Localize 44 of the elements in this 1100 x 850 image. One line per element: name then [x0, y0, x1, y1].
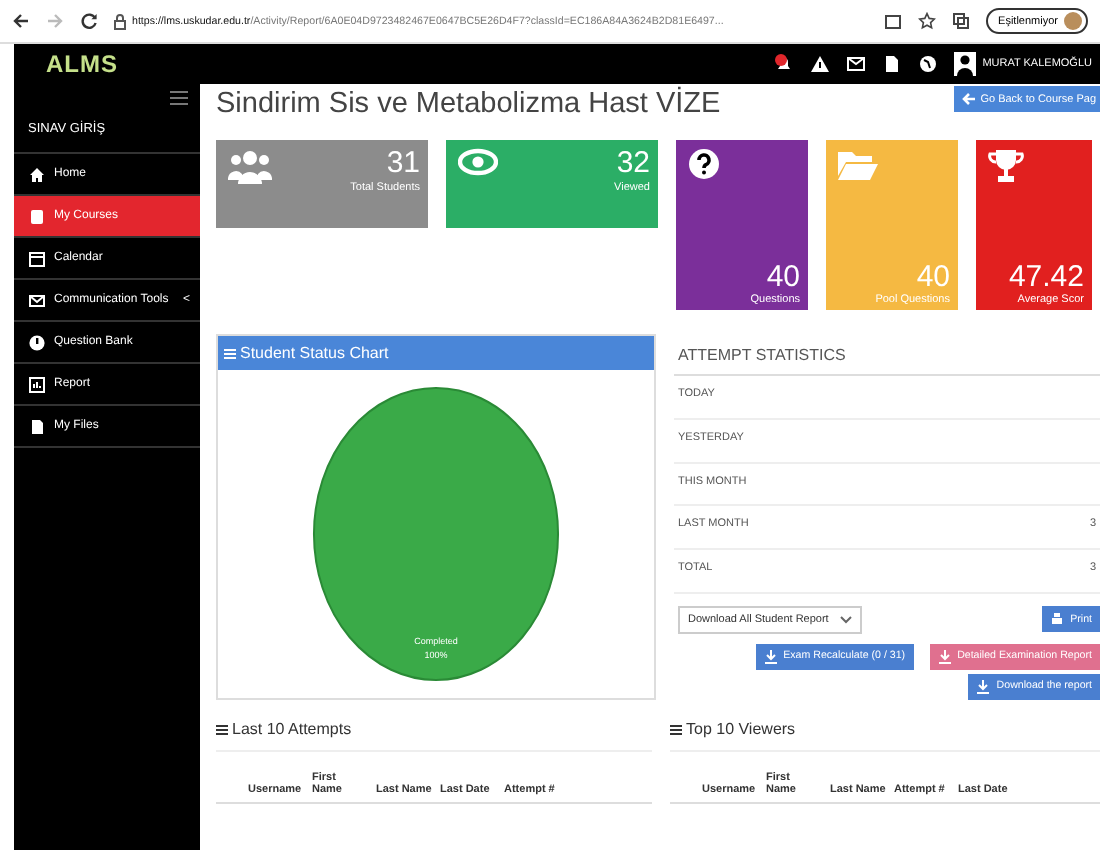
file-icon	[28, 417, 46, 435]
stat-value: 32	[616, 148, 650, 181]
panel-title: ATTEMPT STATISTICS	[674, 334, 1100, 376]
menu-icon	[224, 347, 236, 359]
book-icon	[28, 207, 46, 225]
home-icon	[28, 165, 46, 183]
trophy-icon	[988, 148, 1024, 184]
calendar-icon	[28, 249, 46, 267]
printer-icon	[1050, 612, 1065, 627]
menu-icon	[216, 723, 228, 735]
envelope-icon	[28, 291, 46, 309]
download-icon	[763, 649, 778, 664]
back-arrow-icon	[12, 12, 30, 30]
warning-icon	[810, 54, 831, 74]
chevron-down-icon	[840, 615, 853, 624]
star-icon	[918, 12, 937, 30]
folder-icon	[838, 148, 878, 180]
reload-icon	[80, 12, 98, 30]
panel-title: Student Status Chart	[240, 344, 389, 362]
chart-icon	[28, 375, 46, 393]
question-icon	[688, 148, 720, 180]
forward-arrow-icon	[46, 12, 64, 30]
stat-value: 31	[386, 148, 420, 181]
users-icon	[228, 148, 272, 184]
eye-icon	[458, 148, 498, 176]
stat-value: 40	[916, 261, 950, 294]
user-icon	[954, 52, 977, 76]
envelope-icon	[846, 54, 867, 74]
lock-icon	[114, 13, 126, 29]
section-title: Last 10 Attempts	[232, 720, 352, 738]
stat-value: 40	[766, 261, 800, 294]
download-icon	[937, 649, 952, 664]
download-icon	[976, 679, 991, 694]
section-title: Top 10 Viewers	[686, 720, 796, 738]
tab-icon	[884, 12, 903, 30]
avatar-icon	[1064, 12, 1082, 30]
stat-value: 47.42	[1008, 261, 1084, 294]
collections-icon	[952, 12, 971, 30]
menu-icon	[170, 90, 188, 106]
menu-icon	[670, 723, 682, 735]
document-icon	[882, 54, 903, 74]
arrow-left-icon	[962, 92, 977, 106]
page-title: Sindirim Sis ve Metabolizma Hast VİZE	[216, 88, 721, 120]
logo[interactable]: ALMS	[46, 50, 118, 78]
